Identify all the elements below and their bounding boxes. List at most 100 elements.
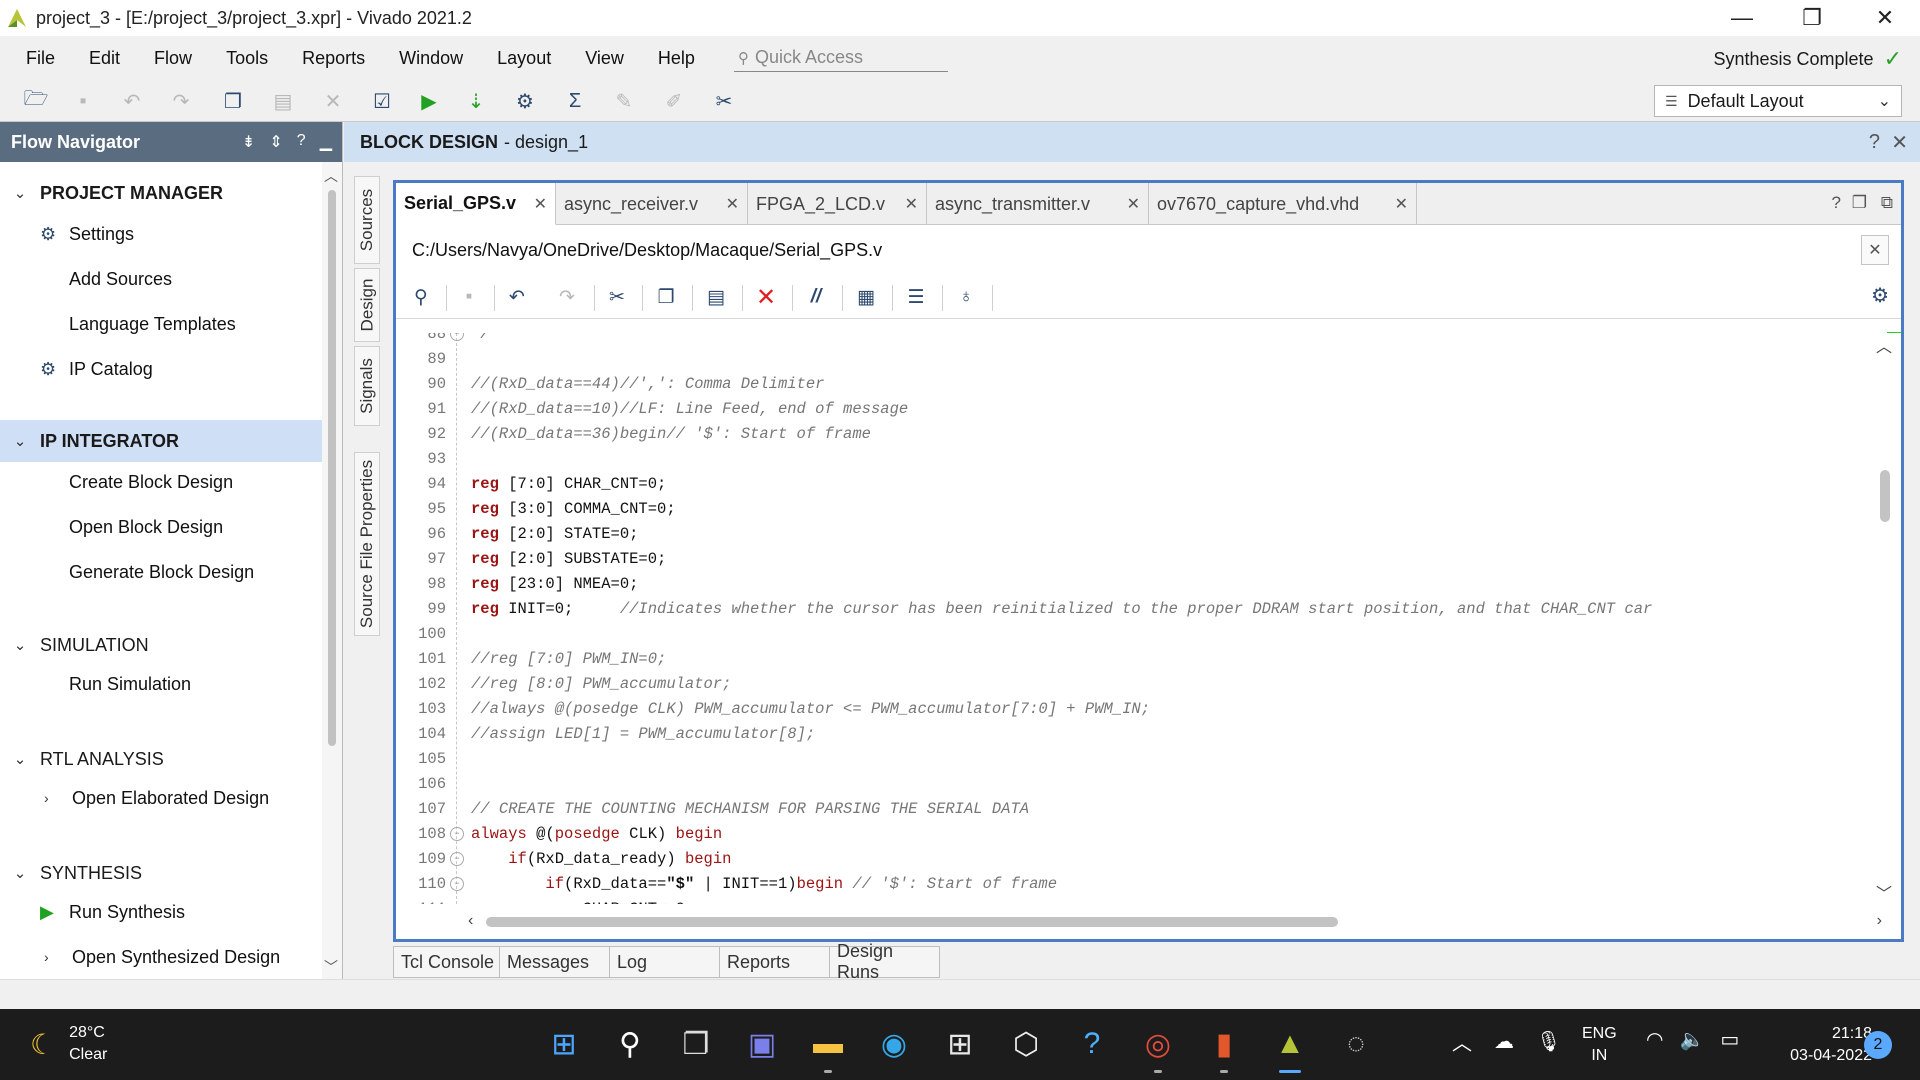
copy-icon[interactable]: ❐ bbox=[651, 283, 681, 311]
undo-icon[interactable]: ↶ bbox=[117, 86, 147, 116]
code-line[interactable]: 105 bbox=[396, 746, 1869, 771]
code-line[interactable]: 95 reg [3:0] COMMA_CNT=0; bbox=[396, 496, 1869, 521]
nav-section-ip-integrator[interactable]: ⌄ IP INTEGRATOR bbox=[0, 420, 322, 462]
sigma-icon[interactable]: Σ bbox=[560, 86, 590, 116]
chevron-up-icon[interactable]: ︿ bbox=[1876, 333, 1892, 357]
run-icon[interactable]: ▶ bbox=[414, 86, 444, 116]
search-icon[interactable]: ⚲ bbox=[609, 1023, 651, 1065]
code-line[interactable]: 96 reg [2:0] STATE=0; bbox=[396, 521, 1869, 546]
battery-icon[interactable]: ▭ bbox=[1720, 1027, 1739, 1052]
code-line[interactable]: 100 bbox=[396, 621, 1869, 646]
nav-section-rtl-analysis[interactable]: ⌄ RTL ANALYSIS bbox=[0, 738, 322, 780]
checklist-icon[interactable]: ☑ bbox=[367, 86, 397, 116]
minimize-button[interactable]: — bbox=[1707, 0, 1777, 36]
indent-icon[interactable]: ☰ bbox=[901, 283, 931, 311]
nav-section-synthesis[interactable]: ⌄ SYNTHESIS bbox=[0, 852, 322, 894]
chevron-up-icon[interactable]: ︿ bbox=[1452, 1027, 1472, 1056]
menu-layout[interactable]: Layout bbox=[480, 48, 568, 69]
nav-section-project-manager[interactable]: ⌄ PROJECT MANAGER bbox=[0, 172, 322, 214]
code-line[interactable]: 97 reg [2:0] SUBSTATE=0; bbox=[396, 546, 1869, 571]
code-line[interactable]: 104 //assign LED[1] = PWM_accumulator[8]; bbox=[396, 721, 1869, 746]
fold-toggle-icon[interactable]: − bbox=[450, 826, 464, 841]
code-line[interactable]: 107 // CREATE THE COUNTING MECHANISM FOR … bbox=[396, 796, 1869, 821]
code-line[interactable]: 110− if(RxD_data=="$" | INIT==1)begin //… bbox=[396, 871, 1869, 896]
vertical-scrollbar[interactable]: ︿ ﹀ bbox=[1869, 333, 1901, 904]
tab-sources[interactable]: Sources bbox=[354, 176, 380, 264]
code-line[interactable]: 101 //reg [7:0] PWM_IN=0; bbox=[396, 646, 1869, 671]
scrollbar-thumb[interactable] bbox=[328, 190, 336, 746]
tools-icon[interactable]: ✂ bbox=[709, 86, 739, 116]
tab-signals[interactable]: Signals bbox=[354, 346, 380, 426]
copy-icon[interactable]: ❐ bbox=[218, 86, 248, 116]
expand-all-icon[interactable]: ⇕ bbox=[269, 132, 282, 152]
minimize-panel-icon[interactable]: ▁ bbox=[320, 132, 332, 152]
menu-view[interactable]: View bbox=[568, 48, 641, 69]
layout-select[interactable]: ☰ Default Layout ⌄ bbox=[1654, 85, 1902, 117]
tab-serial-gps[interactable]: Serial_GPS.v ✕ bbox=[396, 183, 556, 225]
restore-icon[interactable]: ❐ bbox=[1852, 193, 1867, 213]
maximize-icon[interactable]: ⧉ bbox=[1881, 193, 1893, 213]
tab-async-transmitter[interactable]: async_transmitter.v ✕ bbox=[927, 183, 1149, 225]
close-icon[interactable]: ✕ bbox=[534, 194, 547, 214]
code-line[interactable]: 89 bbox=[396, 346, 1869, 371]
tab-log[interactable]: Log bbox=[609, 946, 720, 978]
volume-icon[interactable]: 🔈 bbox=[1679, 1027, 1704, 1052]
code-line[interactable]: 91 //(RxD_data==10)//LF: Line Feed, end o… bbox=[396, 396, 1869, 421]
flow-navigator-scrollbar[interactable]: ︿ ﹀ bbox=[322, 162, 342, 979]
paste-icon[interactable]: ▤ bbox=[268, 86, 298, 116]
teams-chat-icon[interactable]: ▣ bbox=[741, 1023, 783, 1065]
powerpoint-icon[interactable]: ▮ bbox=[1203, 1023, 1245, 1073]
chevron-down-icon[interactable]: ﹀ bbox=[324, 957, 338, 977]
close-icon[interactable]: ✕ bbox=[726, 194, 739, 214]
save-icon[interactable]: ▪ bbox=[68, 86, 98, 116]
close-icon[interactable]: ✕ bbox=[1891, 130, 1908, 155]
fold-toggle-icon[interactable]: − bbox=[450, 851, 464, 866]
help-icon[interactable]: ? bbox=[297, 132, 306, 152]
help-app-icon[interactable]: ? bbox=[1071, 1023, 1113, 1065]
tab-async-receiver[interactable]: async_receiver.v ✕ bbox=[556, 183, 748, 225]
menu-file[interactable]: File bbox=[0, 48, 72, 69]
task-view-icon[interactable]: ❐ bbox=[675, 1023, 717, 1065]
notification-badge[interactable]: 2 bbox=[1864, 1031, 1892, 1059]
close-icon[interactable]: ✕ bbox=[905, 194, 918, 214]
paste-icon[interactable]: ▤ bbox=[701, 283, 731, 311]
wifi-icon[interactable]: ◠ bbox=[1646, 1027, 1663, 1052]
lightbulb-icon[interactable]: ♁ bbox=[951, 283, 981, 311]
close-button[interactable]: ✕ bbox=[1850, 0, 1920, 36]
scrollbar-thumb[interactable] bbox=[486, 917, 1338, 927]
code-line[interactable]: 111 CHAR_CNT<=0; bbox=[396, 896, 1869, 905]
menu-flow[interactable]: Flow bbox=[137, 48, 209, 69]
code-line[interactable]: 98 reg [23:0] NMEA=0; bbox=[396, 571, 1869, 596]
chevron-right-icon[interactable]: › bbox=[1877, 912, 1882, 930]
microphone-icon[interactable]: 🎙 bbox=[1536, 1029, 1561, 1054]
cut-icon[interactable]: ✂ bbox=[602, 283, 632, 311]
open-project-icon[interactable]: 🗁 bbox=[21, 86, 51, 116]
code-line[interactable]: 99 reg INIT=0; //Indicates whether the cu… bbox=[396, 596, 1869, 621]
tab-source-file-properties[interactable]: Source File Properties bbox=[354, 452, 380, 636]
code-line[interactable]: 94 reg [7:0] CHAR_CNT=0; bbox=[396, 471, 1869, 496]
tab-reports[interactable]: Reports bbox=[719, 946, 830, 978]
code-line[interactable]: 90 //(RxD_data==44)//',': Comma Delimiter bbox=[396, 371, 1869, 396]
menu-help[interactable]: Help bbox=[641, 48, 712, 69]
app-icon[interactable]: ⬡ bbox=[1005, 1023, 1047, 1065]
tab-fpga-2-lcd[interactable]: FPGA_2_LCD.v ✕ bbox=[748, 183, 927, 225]
menu-window[interactable]: Window bbox=[382, 48, 480, 69]
tab-ov7670-capture[interactable]: ov7670_capture_vhd.vhd ✕ bbox=[1149, 183, 1417, 225]
menu-edit[interactable]: Edit bbox=[72, 48, 137, 69]
chevron-down-icon[interactable]: ﹀ bbox=[1876, 880, 1892, 904]
code-line[interactable]: 102 //reg [8:0] PWM_accumulator; bbox=[396, 671, 1869, 696]
collapse-all-icon[interactable]: ⇟ bbox=[242, 132, 255, 152]
obs-icon[interactable]: ◌ bbox=[1335, 1023, 1377, 1065]
program-device-icon[interactable]: ⇣ bbox=[461, 86, 491, 116]
language-indicator[interactable]: ENG IN bbox=[1582, 1023, 1617, 1067]
menu-tools[interactable]: Tools bbox=[209, 48, 285, 69]
file-explorer-icon[interactable]: ▬ bbox=[807, 1023, 849, 1073]
nav-section-simulation[interactable]: ⌄ SIMULATION bbox=[0, 624, 322, 666]
delete-icon[interactable]: ✕ bbox=[751, 283, 781, 311]
tab-messages[interactable]: Messages bbox=[499, 946, 610, 978]
help-icon[interactable]: ? bbox=[1869, 131, 1880, 154]
tab-design[interactable]: Design bbox=[354, 268, 380, 342]
close-path-button[interactable]: ✕ bbox=[1861, 235, 1889, 265]
code-line[interactable]: 93 bbox=[396, 446, 1869, 471]
microsoft-store-icon[interactable]: ⊞ bbox=[939, 1023, 981, 1065]
